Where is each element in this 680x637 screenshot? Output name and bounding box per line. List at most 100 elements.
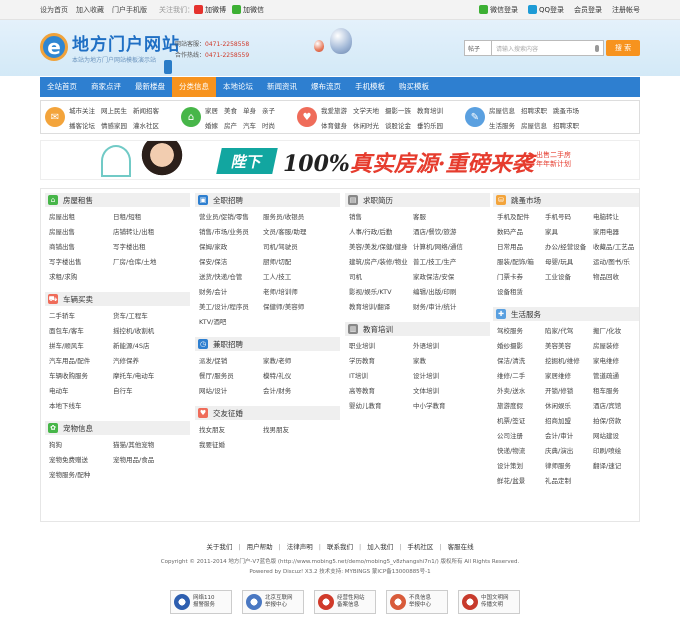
section-header[interactable]: ✿ 宠物信息 — [45, 421, 190, 435]
section-link[interactable]: 翻译/速记 — [593, 459, 639, 474]
section-link[interactable]: IT培训 — [349, 369, 411, 384]
section-link[interactable]: 猫猫/其他宠物 — [113, 438, 193, 453]
section-link[interactable]: 学历教育 — [349, 354, 411, 369]
section-link[interactable]: 美容美容 — [545, 339, 591, 354]
category-link[interactable]: 体育健身 — [321, 120, 347, 130]
footer-link[interactable]: 关于我们 — [206, 543, 232, 551]
section-link[interactable]: 面包车/客车 — [49, 324, 111, 339]
section-link[interactable]: 派发/促销 — [199, 354, 261, 369]
category-link[interactable]: 垂钓乐园 — [417, 120, 443, 130]
search-input[interactable]: 请输入搜索内容 — [492, 40, 604, 56]
section-header[interactable]: ♥ 交友征婚 — [195, 406, 340, 420]
section-link[interactable]: 新能源/4S店 — [113, 339, 193, 354]
section-link[interactable]: 旅游度假 — [497, 399, 543, 414]
section-link[interactable]: 手机及配件 — [497, 210, 543, 225]
section-link[interactable]: 拼车/顺风车 — [49, 339, 111, 354]
section-link[interactable]: 求租/求购 — [49, 270, 111, 285]
nav-item[interactable]: 本地论坛 — [216, 77, 260, 97]
section-link[interactable]: 拍保/贷款 — [593, 414, 639, 429]
category-link[interactable]: 文学天地 — [353, 105, 379, 115]
section-link[interactable]: 挖掘机/维修 — [545, 354, 591, 369]
section-link[interactable]: 公司注册 — [497, 429, 543, 444]
section-link[interactable]: 设计策划 — [497, 459, 543, 474]
section-header[interactable]: ▣ 全职招聘 — [195, 193, 340, 207]
top-right-link[interactable]: QQ登录 — [527, 5, 564, 15]
section-link[interactable]: 美工/设计/程序员 — [199, 300, 261, 315]
section-link[interactable]: 找男朋友 — [263, 423, 343, 438]
category-link[interactable]: 网上民生 — [101, 105, 127, 115]
footer-link[interactable]: 客服在线 — [448, 543, 474, 551]
section-link[interactable]: 销售 — [349, 210, 411, 225]
section-link[interactable]: 租车服务 — [593, 384, 639, 399]
nav-item[interactable]: 全站首页 — [40, 77, 84, 97]
section-link[interactable]: 酒店/宾馆 — [593, 399, 639, 414]
section-link[interactable]: 本地下线车 — [49, 399, 111, 414]
category-link[interactable]: 美食 — [224, 105, 237, 115]
section-link[interactable]: 找女朋友 — [199, 423, 261, 438]
section-link[interactable]: 庆典/演出 — [545, 444, 591, 459]
section-link[interactable]: 房屋装修 — [593, 339, 639, 354]
trust-badge[interactable]: 经营性网站 备案信息 — [314, 590, 376, 614]
section-link[interactable]: 汽修保养 — [113, 354, 193, 369]
trust-badge[interactable]: 网络110 报警服务 — [170, 590, 232, 614]
nav-item[interactable]: 新闻资讯 — [260, 77, 304, 97]
ad-banner[interactable]: 陛下 100%真实房源·重磅来袭 出售二手房 年年新计划 — [40, 140, 640, 180]
section-link[interactable]: 婴幼儿教育 — [349, 399, 411, 414]
section-link[interactable]: KTV/酒吧 — [199, 315, 261, 330]
section-link[interactable]: 陷家/代驾 — [545, 324, 591, 339]
category-link[interactable]: 生活服务 — [489, 120, 515, 130]
nav-item[interactable]: 分类信息 — [172, 77, 216, 97]
category-link[interactable]: 招聘求职 — [521, 105, 547, 115]
category-link[interactable]: 播客论坛 — [69, 120, 95, 130]
section-link[interactable]: 房屋出售 — [49, 225, 111, 240]
section-link[interactable]: 设备租赁 — [497, 285, 543, 300]
nav-item[interactable]: 最新楼盘 — [128, 77, 172, 97]
section-link[interactable]: 设计培训 — [413, 369, 493, 384]
category-link[interactable]: 我爱旅游 — [321, 105, 347, 115]
trust-badge[interactable]: 北京互联网 举报中心 — [242, 590, 304, 614]
weibo-link[interactable]: 加微博 — [194, 5, 226, 15]
section-link[interactable]: 美容/美发/保健/健身 — [349, 240, 411, 255]
category-link[interactable]: 家居 — [205, 105, 218, 115]
section-link[interactable]: 外语培训 — [413, 339, 493, 354]
section-link[interactable]: 酒店/餐饮/旅游 — [413, 225, 493, 240]
section-link[interactable]: 运动/图书/乐 — [593, 255, 639, 270]
section-link[interactable]: 影视/娱乐/KTV — [349, 285, 411, 300]
category-link[interactable]: 时尚 — [262, 120, 275, 130]
section-link[interactable]: 保健师/美容师 — [263, 300, 343, 315]
section-link[interactable]: 手机号码 — [545, 210, 591, 225]
section-link[interactable]: 宠物免费赠送 — [49, 453, 111, 468]
section-link[interactable]: 律师服务 — [545, 459, 591, 474]
section-link[interactable]: 司机/驾驶员 — [263, 240, 343, 255]
section-link[interactable]: 摇控机/收割机 — [113, 324, 193, 339]
section-link[interactable]: 车辆收购服务 — [49, 369, 111, 384]
section-header[interactable]: ⛁ 跳蚤市场 — [493, 193, 639, 207]
section-link[interactable]: 财务/审计/统计 — [413, 300, 493, 315]
section-link[interactable]: 货车/工程车 — [113, 309, 193, 324]
section-link[interactable]: 财务/会计 — [199, 285, 261, 300]
section-header[interactable]: ⌂ 房屋租售 — [45, 193, 190, 207]
category-link[interactable]: 休闲时光 — [353, 120, 379, 130]
footer-link[interactable]: 法律声明 — [287, 543, 313, 551]
section-link[interactable]: 计算机/网络/通信 — [413, 240, 493, 255]
category-link[interactable]: 单身 — [243, 105, 256, 115]
section-link[interactable]: 招商加盟 — [545, 414, 591, 429]
section-link[interactable]: 快递/物流 — [497, 444, 543, 459]
section-link[interactable]: 保安/保洁 — [199, 255, 261, 270]
section-link[interactable]: 宠物服务/配种 — [49, 468, 111, 483]
category-link[interactable]: 教育培训 — [417, 105, 443, 115]
section-header[interactable]: ⛟ 车辆买卖 — [45, 292, 190, 306]
section-link[interactable]: 职业培训 — [349, 339, 411, 354]
footer-link[interactable]: 用户帮助 — [247, 543, 273, 551]
section-link[interactable]: 客服 — [413, 210, 493, 225]
section-link[interactable]: 工人/技工 — [263, 270, 343, 285]
footer-link[interactable]: 联系我们 — [327, 543, 353, 551]
section-link[interactable]: 模特/礼仪 — [263, 369, 343, 384]
category-link[interactable]: 婚嫁 — [205, 120, 218, 130]
section-link[interactable]: 婚纱摄影 — [497, 339, 543, 354]
section-link[interactable]: 网站/设计 — [199, 384, 261, 399]
section-link[interactable]: 汽车用品/配件 — [49, 354, 111, 369]
section-link[interactable]: 餐厅/服务员 — [199, 369, 261, 384]
category-link[interactable]: 城市关注 — [69, 105, 95, 115]
section-link[interactable]: 教育培训/翻译 — [349, 300, 411, 315]
